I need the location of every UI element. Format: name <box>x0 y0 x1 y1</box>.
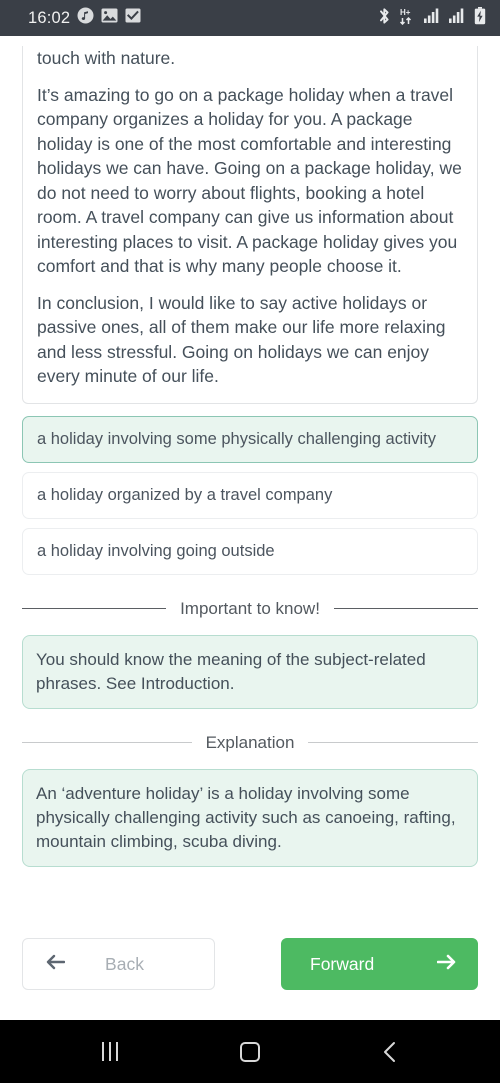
hplus-data-icon: H+ <box>399 7 416 30</box>
status-bar-right: H+ <box>378 6 486 30</box>
article-card: touch with nature. It’s amazing to go on… <box>22 46 478 404</box>
divider-rule-right <box>333 608 478 609</box>
divider-rule-left <box>22 742 192 743</box>
important-section-header: Important to know! <box>22 597 478 621</box>
svg-text:H+: H+ <box>400 8 411 17</box>
home-icon[interactable] <box>222 1028 278 1076</box>
arrow-right-icon <box>436 954 457 975</box>
important-infobox: You should know the meaning of the subje… <box>22 634 478 709</box>
gallery-image-icon <box>101 8 118 28</box>
back-button[interactable]: Back <box>22 938 215 990</box>
important-title: Important to know! <box>180 598 320 618</box>
answer-option-2[interactable]: a holiday organized by a travel company <box>22 471 478 519</box>
navigation-footer: Back Forward <box>0 938 500 1020</box>
arrow-left-icon <box>45 954 66 975</box>
forward-button[interactable]: Forward <box>281 938 478 990</box>
back-chevron-icon[interactable] <box>362 1028 418 1076</box>
phone-screen: 16:02 H+ touch with nature. It’s amazing… <box>0 0 500 1083</box>
status-bar-clock: 16:02 <box>28 8 71 27</box>
status-bar-left: 16:02 <box>28 7 141 29</box>
lesson-content: touch with nature. It’s amazing to go on… <box>0 36 500 938</box>
divider-rule-left <box>22 608 167 609</box>
explanation-section-header: Explanation <box>22 731 478 755</box>
divider-rule-right <box>308 742 478 743</box>
answer-option-1[interactable]: a holiday involving some physically chal… <box>22 415 478 463</box>
article-paragraph-2: It’s amazing to go on a package holiday … <box>37 84 462 277</box>
status-bar: 16:02 H+ <box>0 0 500 36</box>
article-paragraph-3: In conclusion, I would like to say activ… <box>37 292 446 387</box>
signal-bars-icon-1 <box>424 8 441 28</box>
battery-charging-icon <box>474 6 486 30</box>
explanation-title: Explanation <box>205 732 295 752</box>
answer-option-3[interactable]: a holiday involving going outside <box>22 527 478 575</box>
recents-icon[interactable] <box>82 1028 138 1076</box>
forward-button-label: Forward <box>310 953 375 974</box>
bluetooth-icon <box>378 7 391 30</box>
explanation-infobox: An ‘adventure holiday’ is a holiday invo… <box>22 768 478 867</box>
music-note-icon <box>77 7 94 29</box>
checkbox-check-icon <box>125 8 141 28</box>
signal-bars-icon-2 <box>449 8 466 28</box>
article-paragraph-1: touch with nature. <box>37 48 176 68</box>
answer-options-list: a holiday involving some physically chal… <box>22 415 478 575</box>
back-button-label: Back <box>105 953 144 974</box>
android-navigation-bar <box>0 1020 500 1083</box>
